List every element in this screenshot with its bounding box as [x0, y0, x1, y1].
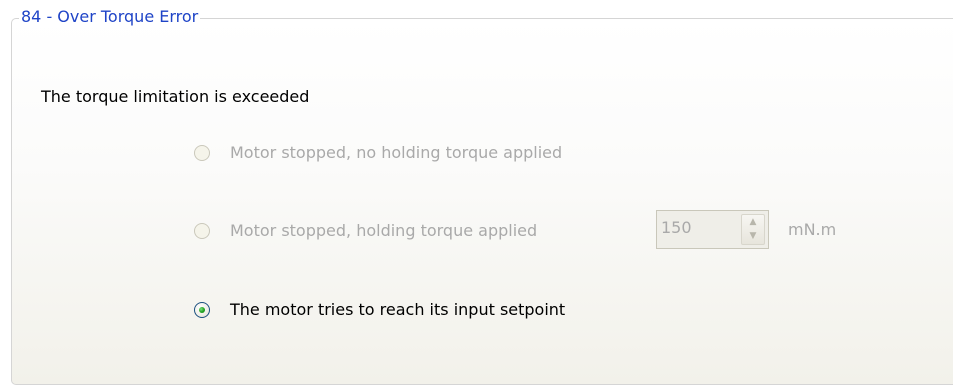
option-holding-torque[interactable]: Motor stopped, holding torque applied	[194, 219, 537, 243]
option-reach-setpoint[interactable]: The motor tries to reach its input setpo…	[194, 298, 565, 322]
radio-label: Motor stopped, holding torque applied	[230, 221, 538, 240]
radio-label: The motor tries to reach its input setpo…	[230, 300, 566, 319]
group-title: 84 - Over Torque Error	[19, 6, 201, 28]
error-description: The torque limitation is exceeded	[41, 87, 310, 106]
holding-torque-spinbox[interactable]: 150 ▲ ▼	[656, 210, 769, 249]
radio-button[interactable]	[194, 223, 210, 239]
radio-button-selected[interactable]	[194, 302, 210, 318]
over-torque-error-groupbox	[11, 18, 953, 385]
holding-torque-value[interactable]: 150	[661, 217, 692, 239]
torque-unit-label: mN.m	[788, 220, 837, 239]
radio-button[interactable]	[194, 145, 210, 161]
spin-buttons: ▲ ▼	[741, 214, 765, 245]
option-no-holding-torque[interactable]: Motor stopped, no holding torque applied	[194, 141, 562, 165]
radio-selected-dot	[199, 307, 205, 313]
radio-label: Motor stopped, no holding torque applied	[230, 143, 563, 162]
chevron-up-icon[interactable]: ▲	[742, 215, 764, 230]
chevron-down-icon[interactable]: ▼	[742, 230, 764, 245]
